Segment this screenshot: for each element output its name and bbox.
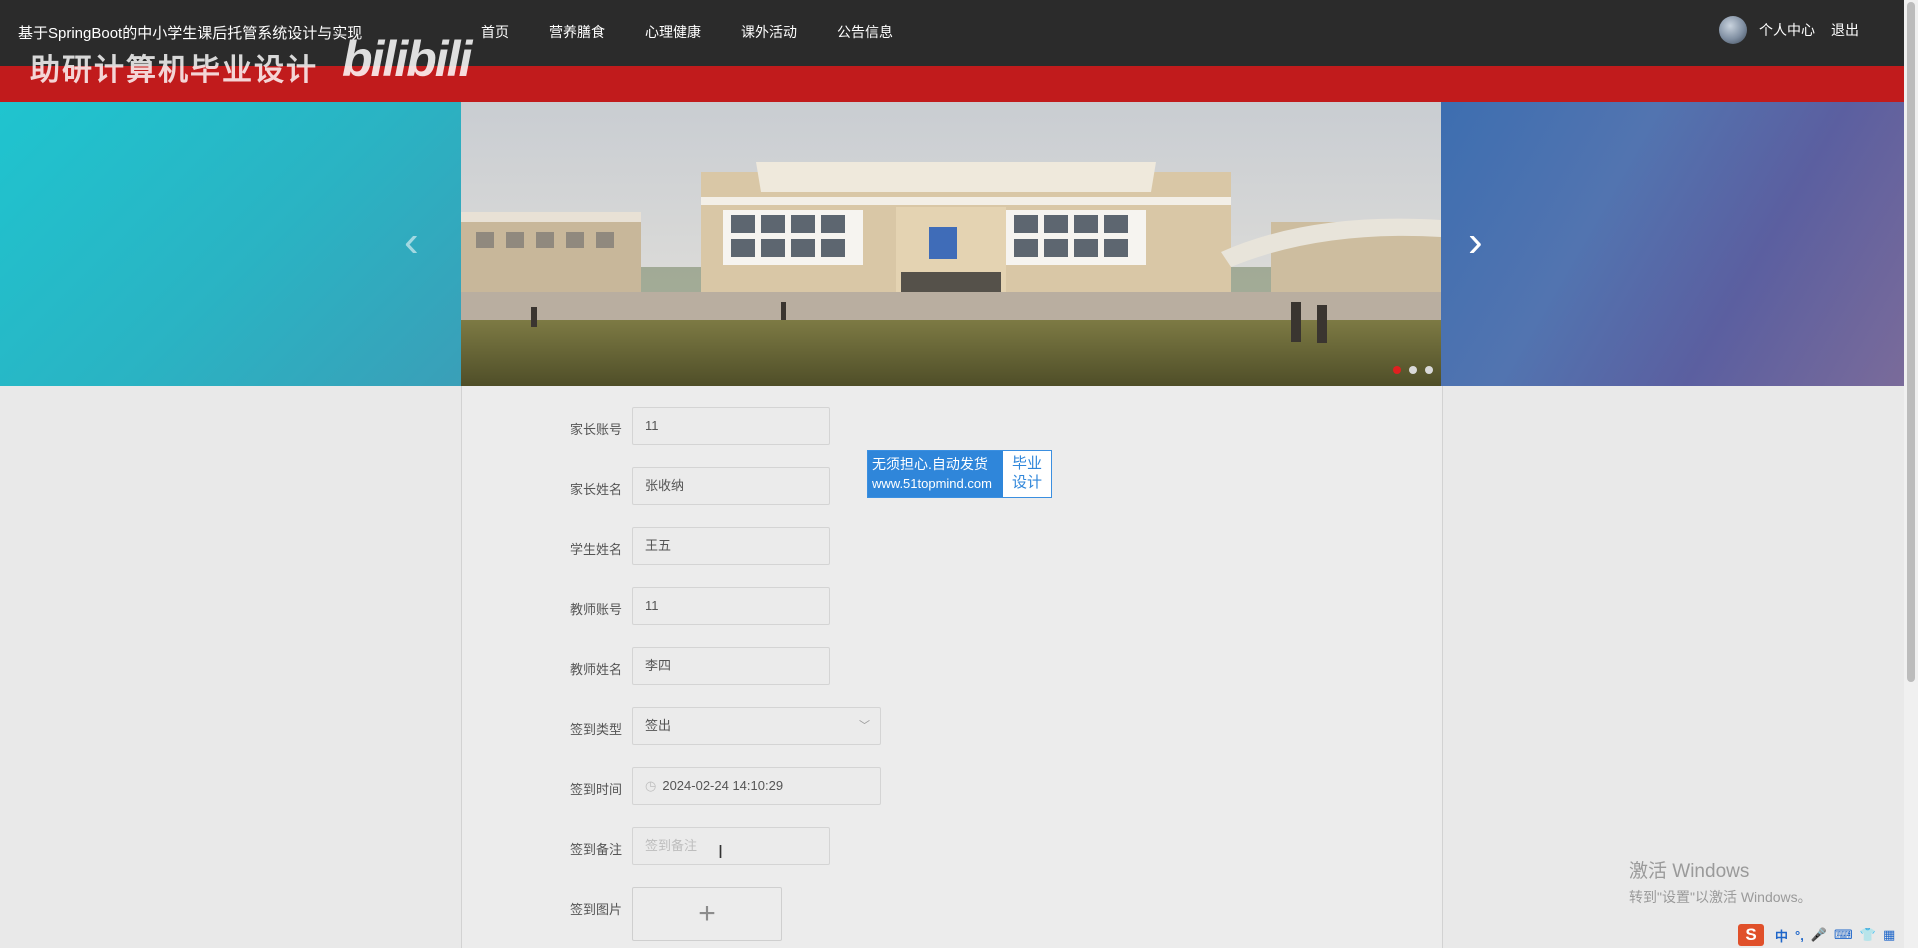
keyboard-icon[interactable]: ⌨ <box>1834 927 1853 943</box>
ime-toolbar: S 中 °, 🎤 ⌨ 👕 ▦ <box>1738 924 1895 946</box>
page-scrollbar[interactable] <box>1904 0 1918 948</box>
form-label: 签到图片 <box>569 902 622 917</box>
carousel-dot-3[interactable] <box>1425 366 1433 374</box>
ad-url: www.51topmind.com <box>872 476 992 491</box>
ad-badge[interactable]: 无须担心.自动发货 www.51topmind.com 毕业 设计 <box>867 450 1052 498</box>
ad-right-line2: 设计 <box>1011 474 1042 491</box>
ad-line1: 无须担心.自动发货 <box>872 456 988 472</box>
video-watermark-text: 助研计算机毕业设计 <box>30 54 318 87</box>
windows-activation-notice: 激活 Windows 转到"设置"以激活 Windows。 <box>1629 856 1812 907</box>
carousel-slide-current <box>461 102 1441 386</box>
checkin-time-picker[interactable]: ◷ 2024-02-24 14:10:29 <box>632 767 881 805</box>
ime-punctuation-icon[interactable]: °, <box>1795 928 1804 943</box>
student-name-input[interactable]: 王五 <box>632 527 830 565</box>
avatar[interactable] <box>1719 16 1747 44</box>
plus-icon: + <box>698 897 716 930</box>
logout-link[interactable]: 退出 <box>1831 20 1859 40</box>
ime-language-toggle[interactable]: 中 <box>1775 926 1788 945</box>
carousel-indicators <box>1393 366 1441 374</box>
school-building-image <box>461 102 1441 386</box>
windows-activation-title: 激活 Windows <box>1629 861 1750 882</box>
main-nav: 首页 营养膳食 心理健康 课外活动 公告信息 <box>481 22 933 42</box>
form-label: 家长姓名 <box>569 482 622 497</box>
carousel-slide-prev <box>0 102 461 386</box>
checkin-type-select[interactable]: 签出 ﹀ <box>632 707 881 745</box>
carousel-slide-next <box>1441 102 1904 386</box>
form-label: 教师账号 <box>569 602 622 617</box>
ad-left: 无须担心.自动发货 www.51topmind.com <box>868 451 1003 497</box>
ad-right: 毕业 设计 <box>1003 451 1051 497</box>
checkin-remark-input[interactable]: 签到备注 <box>632 827 830 865</box>
chevron-down-icon: ﹀ <box>859 720 870 732</box>
ad-right-line1: 毕业 <box>1011 455 1042 472</box>
grid-menu-icon[interactable]: ▦ <box>1883 927 1895 943</box>
carousel-dot-1[interactable] <box>1393 366 1401 374</box>
text-cursor-icon: I <box>718 842 724 862</box>
bilibili-logo: bilibili <box>342 31 472 87</box>
nav-item-home[interactable]: 首页 <box>481 22 509 42</box>
nav-item-nutrition[interactable]: 营养膳食 <box>549 22 605 42</box>
parent-account-input[interactable]: 11 <box>632 407 830 445</box>
user-area: 个人中心 退出 <box>1719 16 1859 44</box>
parent-name-input[interactable]: 张收纳 <box>632 467 830 505</box>
sogou-ime-icon[interactable]: S <box>1738 924 1764 946</box>
teacher-account-input[interactable]: 11 <box>632 587 830 625</box>
skin-icon[interactable]: 👕 <box>1860 927 1876 943</box>
nav-item-notices[interactable]: 公告信息 <box>837 22 893 42</box>
carousel-dot-2[interactable] <box>1409 366 1417 374</box>
checkin-type-value: 签出 <box>645 718 672 733</box>
carousel-prev-arrow-icon[interactable]: ‹ <box>404 220 419 264</box>
checkin-time-value: 2024-02-24 14:10:29 <box>662 778 784 793</box>
clock-icon: ◷ <box>645 778 657 793</box>
user-center-link[interactable]: 个人中心 <box>1759 20 1815 40</box>
teacher-name-input[interactable]: 李四 <box>632 647 830 685</box>
form-label: 家长账号 <box>569 422 622 437</box>
form-label: 学生姓名 <box>569 542 622 557</box>
form-label: 签到类型 <box>569 722 622 737</box>
microphone-icon[interactable]: 🎤 <box>1811 927 1827 943</box>
scrollbar-thumb[interactable] <box>1907 2 1915 682</box>
form-label: 教师姓名 <box>569 662 622 677</box>
carousel-next-arrow-icon[interactable]: › <box>1468 220 1483 264</box>
nav-item-activities[interactable]: 课外活动 <box>741 22 797 42</box>
image-upload-button[interactable]: + <box>632 887 782 941</box>
banner-carousel: ‹ › <box>0 102 1904 386</box>
windows-activation-subtitle: 转到"设置"以激活 Windows。 <box>1629 889 1812 905</box>
form-label: 签到备注 <box>569 842 622 857</box>
nav-item-mental-health[interactable]: 心理健康 <box>645 22 701 42</box>
site-title[interactable]: 基于SpringBoot的中小学生课后托管系统设计与实现 <box>18 22 362 43</box>
form-label: 签到时间 <box>569 782 622 797</box>
